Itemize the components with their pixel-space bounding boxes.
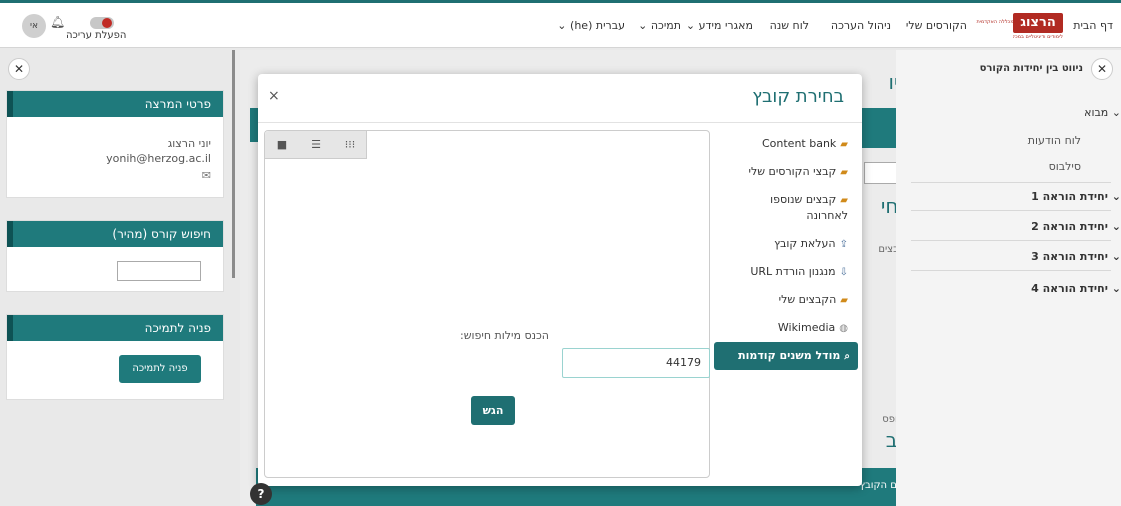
repo-label: העלאת קובץ [774,237,836,250]
nav-my-courses[interactable]: הקורסים שלי [906,19,967,32]
section-intro-label: מבוא [1084,106,1109,119]
repo-label: הקבצים שלי [778,293,837,306]
quick-search-block: חיפוש קורס (מהיר) [6,220,224,292]
language-label: עברית (he) [570,19,625,32]
lecturer-block-title: פרטי המרצה [7,91,223,117]
file-picker-modal: בחירת קובץ × ▰Content bank ▰קבצי הקורסים… [258,74,862,486]
repo-previous-moodle[interactable]: ⌕מודל משנים קודמות [714,342,858,370]
chevron-down-icon: ⌄ [1111,250,1121,263]
close-right-drawer-button[interactable]: ✕ [1091,58,1113,80]
folder-icon: ▰ [840,139,848,150]
repo-label: Content bank [761,137,837,150]
submit-button[interactable]: הגש [471,396,515,425]
folder-view-icon[interactable]: ■ [265,131,299,159]
repo-label: קבצים שנוספו לאחרונה [770,193,848,222]
repo-label: מודל משנים קודמות [738,349,841,362]
avatar-initials: אי [29,21,39,31]
search-label: הכנס מילות חיפוש: [460,329,549,342]
nav-support[interactable]: תמיכה ⌄ [638,19,681,32]
modal-title: בחירת קובץ [752,86,844,107]
repo-private-files[interactable]: ▰הקבצים שלי [728,292,848,308]
college-logo[interactable]: הרצוג לימודים ודיגיטליים במכללה [1013,13,1063,43]
nav-support-label: תמיכה [650,19,681,32]
section-unit-2[interactable]: ⌄ יחידת הוראה 2 [911,220,1121,233]
index-divider [911,240,1111,241]
section-unit-3[interactable]: ⌄ יחידת הוראה 3 [911,250,1121,263]
course-index-drawer: ✕ ניווט בין יחידות הקורס ⌄ מבוא לוח הודע… [896,50,1121,506]
avatar[interactable]: אי [22,14,46,38]
language-menu[interactable]: עברית (he) ⌄ [557,19,625,32]
search-input[interactable]: 44179 [562,348,710,378]
support-button[interactable]: פניה לתמיכה [119,355,201,383]
envelope-icon[interactable]: ✉ [202,169,211,182]
nav-info[interactable]: מאגרי מידע ⌄ [686,19,753,32]
index-item-syllabus[interactable]: סילבוס [1049,160,1081,173]
nav-calendar[interactable]: לוח שנה [770,19,809,32]
nav-info-label: מאגרי מידע [698,19,753,32]
lecturer-email[interactable]: yonih@herzog.ac.il [106,152,211,165]
repo-label: קבצי הקורסים שלי [748,165,837,178]
list-view-icon[interactable]: ☰ [299,131,333,159]
course-index-title: ניווט בין יחידות הקורס [979,63,1083,74]
repo-recent-files[interactable]: ▰קבצים שנוספו לאחרונה [728,192,848,223]
repo-course-files[interactable]: ▰קבצי הקורסים שלי [728,164,848,180]
top-navbar: הרצוג לימודים ודיגיטליים במכללה המכללה ה… [0,0,1121,48]
nav-home[interactable]: דף הבית [1073,19,1113,32]
bell-icon[interactable]: 🔔︎ [50,15,65,29]
chevron-down-icon: ⌄ [1111,220,1121,233]
search-icon: ⌕ [844,351,850,362]
index-divider [911,270,1111,271]
folder-icon: ▰ [840,167,848,178]
toggle-knob [102,18,112,28]
support-block: פניה לתמיכה פניה לתמיכה [6,314,224,400]
quick-search-title: חיפוש קורס (מהיר) [7,221,223,247]
view-switcher: ■ ☰ ⁝⁝⁝ [265,131,367,159]
chevron-down-icon: ⌄ [638,19,648,32]
help-icon[interactable]: ? [250,483,272,505]
modal-header-divider [258,122,862,123]
folder-icon: ▰ [840,195,848,206]
drawer-divider[interactable] [232,50,235,278]
repo-url-downloader[interactable]: ⇩מנגנון הורדת URL [728,264,848,280]
logo-text: הרצוג [1013,13,1063,33]
chevron-down-icon: ⌄ [1111,190,1121,203]
section-unit-3-label: יחידת הוראה 3 [1031,250,1108,263]
close-left-drawer-button[interactable]: ✕ [8,58,30,80]
quick-search-input[interactable] [117,261,201,281]
section-intro[interactable]: ⌄ מבוא [911,106,1121,119]
repo-label: מנגנון הורדת URL [750,265,836,278]
section-unit-2-label: יחידת הוראה 2 [1031,220,1108,233]
section-unit-1[interactable]: ⌄ יחידת הוראה 1 [911,190,1121,203]
index-divider [911,210,1111,211]
chevron-down-icon: ⌄ [1111,106,1121,119]
repo-wikimedia[interactable]: ◍Wikimedia [728,320,848,336]
nav-assessment[interactable]: ניהול הערכה [831,19,891,32]
close-icon[interactable]: × [268,88,280,104]
grid-view-icon[interactable]: ⁝⁝⁝ [333,131,367,159]
folder-icon: ▰ [840,295,848,306]
logo-subtitle: לימודים ודיגיטליים במכללה [1013,34,1063,40]
file-browser-panel: ■ ☰ ⁝⁝⁝ הכנס מילות חיפוש: 44179 הגש [264,130,710,478]
download-icon: ⇩ [839,267,848,278]
edit-mode-label: הפעלת עריכה [66,30,127,41]
repo-label: Wikimedia [777,321,836,334]
chevron-down-icon: ⌄ [1111,282,1121,295]
chevron-down-icon: ⌄ [685,19,696,32]
section-unit-1-label: יחידת הוראה 1 [1031,190,1108,203]
upload-icon: ⇪ [839,239,848,250]
section-unit-4[interactable]: ⌄ יחידת הוראה 4 [911,282,1121,295]
section-unit-4-label: יחידת הוראה 4 [1031,282,1108,295]
chevron-down-icon: ⌄ [557,19,567,32]
edit-mode-toggle[interactable] [90,17,114,29]
logo-top-text: המכללה האקדמית [976,19,1017,25]
lecturer-name: יוני הרצוג [167,137,211,150]
support-block-title: פניה לתמיכה [7,315,223,341]
lecturer-block: פרטי המרצה יוני הרצוג yonih@herzog.ac.il… [6,90,224,198]
repo-upload[interactable]: ⇪העלאת קובץ [728,236,848,252]
index-item-announcements[interactable]: לוח הודעות [1028,134,1081,147]
globe-icon: ◍ [839,323,848,334]
repo-content-bank[interactable]: ▰Content bank [728,136,848,152]
index-divider [911,182,1111,183]
